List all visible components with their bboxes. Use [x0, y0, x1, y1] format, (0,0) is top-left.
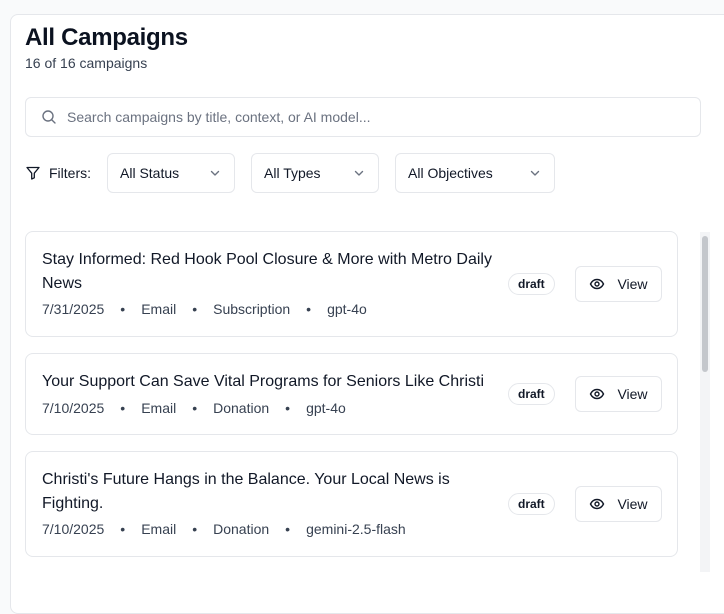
campaign-meta: 7/31/2025 • Email • Subscription • gpt-4…: [42, 301, 367, 317]
view-button-label: View: [617, 386, 648, 402]
search-bar[interactable]: [25, 97, 701, 137]
objective-filter-value: All Objectives: [408, 165, 493, 181]
view-button-label: View: [617, 276, 648, 292]
view-button[interactable]: View: [575, 376, 662, 412]
campaign-card: Stay Informed: Red Hook Pool Closure & M…: [25, 231, 678, 337]
view-button[interactable]: View: [575, 486, 662, 522]
campaign-objective: Subscription: [213, 301, 291, 317]
chevron-down-icon: [352, 166, 366, 180]
campaign-channel: Email: [141, 521, 177, 537]
campaign-title: Your Support Can Save Vital Programs for…: [42, 373, 484, 390]
campaign-title: Stay Informed: Red Hook Pool Closure & M…: [42, 251, 492, 292]
list-scrollbar[interactable]: [700, 232, 710, 572]
separator: •: [306, 301, 312, 317]
campaign-card: Your Support Can Save Vital Programs for…: [25, 353, 678, 435]
campaign-meta: 7/10/2025 • Email • Donation • gpt-4o: [42, 400, 346, 416]
campaign-title: Christi's Future Hangs in the Balance. Y…: [42, 471, 450, 512]
campaign-objective: Donation: [213, 521, 270, 537]
status-filter-select[interactable]: All Status: [107, 153, 235, 193]
chevron-down-icon: [208, 166, 222, 180]
chevron-down-icon: [528, 166, 542, 180]
campaign-objective: Donation: [213, 400, 270, 416]
page-title: All Campaigns: [25, 24, 188, 51]
separator: •: [120, 301, 126, 317]
campaign-date: 7/10/2025: [42, 521, 105, 537]
eye-icon: [589, 496, 605, 512]
filters-bar: Filters: All Status All Types All Object…: [25, 153, 571, 193]
campaign-model: gemini-2.5-flash: [306, 521, 406, 537]
separator: •: [120, 521, 126, 537]
separator: •: [192, 400, 198, 416]
campaign-model: gpt-4o: [327, 301, 367, 317]
type-filter-value: All Types: [264, 165, 321, 181]
filter-icon: [25, 165, 41, 181]
eye-icon: [589, 386, 605, 402]
campaign-model: gpt-4o: [306, 400, 346, 416]
campaign-meta: 7/10/2025 • Email • Donation • gemini-2.…: [42, 521, 406, 537]
view-button-label: View: [617, 496, 648, 512]
status-badge: draft: [508, 273, 555, 295]
type-filter-select[interactable]: All Types: [251, 153, 379, 193]
campaign-date: 7/31/2025: [42, 301, 105, 317]
view-button[interactable]: View: [575, 266, 662, 302]
scrollbar-thumb[interactable]: [702, 236, 708, 372]
status-filter-value: All Status: [120, 165, 180, 181]
campaign-count: 16 of 16 campaigns: [25, 55, 148, 71]
separator: •: [120, 400, 126, 416]
separator: •: [192, 521, 198, 537]
objective-filter-select[interactable]: All Objectives: [395, 153, 555, 193]
status-badge: draft: [508, 493, 555, 515]
status-badge: draft: [508, 383, 555, 405]
separator: •: [192, 301, 198, 317]
filters-label: Filters:: [49, 165, 91, 181]
search-icon: [41, 109, 57, 125]
separator: •: [285, 400, 291, 416]
campaign-card: Christi's Future Hangs in the Balance. Y…: [25, 451, 678, 557]
search-input[interactable]: [67, 98, 700, 136]
campaign-date: 7/10/2025: [42, 400, 105, 416]
campaign-channel: Email: [141, 400, 177, 416]
separator: •: [285, 521, 291, 537]
eye-icon: [589, 276, 605, 292]
campaign-channel: Email: [141, 301, 177, 317]
